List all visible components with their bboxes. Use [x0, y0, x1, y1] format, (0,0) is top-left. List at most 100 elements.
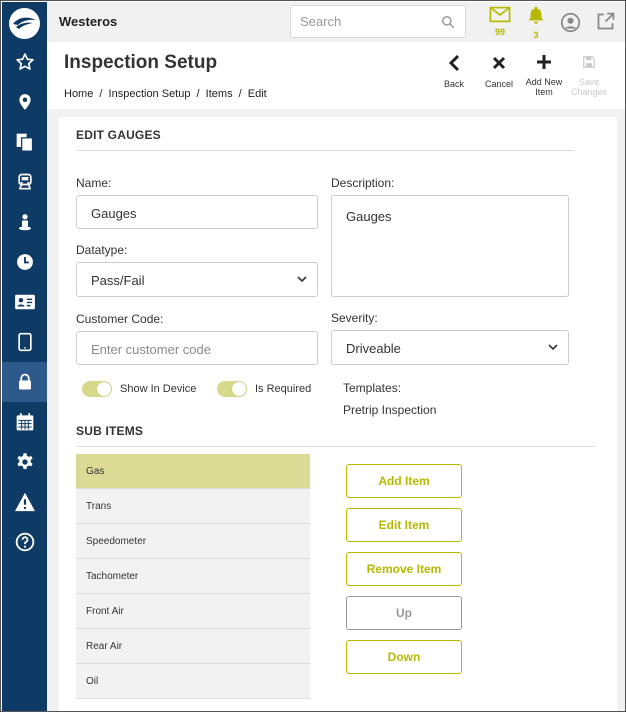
description-field[interactable]: Gauges — [331, 195, 569, 297]
sidebar-item-help[interactable] — [2, 522, 47, 562]
save-icon — [583, 56, 595, 68]
alert-count-badge: 3 — [533, 30, 539, 40]
breadcrumb-home[interactable]: Home — [64, 88, 93, 100]
severity-value: Driveable — [346, 341, 401, 356]
show-in-device-label: Show In Device — [120, 383, 197, 395]
sub-item-row[interactable]: Front Air — [76, 594, 310, 629]
star-icon — [15, 53, 34, 70]
page-title: Inspection Setup — [64, 52, 218, 73]
edit-section-title: EDIT GAUGES — [76, 128, 161, 142]
templates-value: Pretrip Inspection — [343, 403, 437, 417]
sub-items-section-title: SUB ITEMS — [76, 424, 144, 438]
breadcrumb-edit: Edit — [247, 88, 267, 100]
show-in-device-toggle[interactable] — [82, 381, 112, 397]
sub-item-row[interactable]: Speedometer — [76, 524, 310, 559]
divider — [76, 150, 574, 151]
bell-icon — [528, 6, 544, 24]
popout-button[interactable] — [595, 11, 616, 37]
sidebar — [2, 2, 47, 711]
severity-label: Severity: — [331, 311, 378, 325]
datatype-select[interactable]: Pass/Fail — [76, 262, 318, 297]
add-new-item-label: Add New Item — [525, 77, 563, 97]
map-pin-icon — [18, 94, 31, 110]
warning-icon — [14, 492, 35, 512]
mail-count-badge: 99 — [494, 27, 505, 37]
calendar-icon — [16, 413, 33, 431]
sidebar-item-settings[interactable] — [2, 442, 47, 482]
id-card-icon — [14, 294, 35, 310]
sidebar-item-locations[interactable] — [2, 82, 47, 122]
is-required-label: Is Required — [255, 383, 312, 395]
sub-item-row[interactable]: Trans — [76, 489, 310, 524]
customer-code-label: Customer Code: — [76, 312, 164, 326]
clock-icon — [16, 254, 33, 270]
name-field[interactable]: Gauges — [76, 195, 318, 229]
breadcrumb: Home / Inspection Setup / Items / Edit — [64, 88, 270, 100]
breadcrumb-inspection-setup[interactable]: Inspection Setup — [109, 88, 191, 100]
save-changes-label: Save Changes — [570, 77, 608, 97]
mail-icon — [489, 6, 511, 23]
chevron-left-icon — [448, 54, 460, 72]
user-circle-icon — [560, 12, 581, 33]
sidebar-item-contacts[interactable] — [2, 282, 47, 322]
move-up-button[interactable]: Up — [346, 596, 462, 630]
alerts-button[interactable]: 3 — [525, 5, 547, 40]
severity-select[interactable]: Driveable — [331, 330, 569, 365]
sidebar-item-history[interactable] — [2, 242, 47, 282]
sidebar-item-calendar[interactable] — [2, 402, 47, 442]
content-area: EDIT GAUGES Name: Gauges Description: Ga… — [47, 109, 625, 711]
remove-item-button[interactable]: Remove Item — [346, 552, 462, 586]
save-changes-button[interactable]: Save Changes — [567, 54, 611, 97]
cancel-button[interactable]: Cancel — [477, 54, 521, 89]
external-link-icon — [597, 12, 615, 30]
company-name: Westeros — [59, 14, 118, 29]
profile-button[interactable] — [560, 12, 581, 38]
sub-item-row[interactable]: Rear Air — [76, 629, 310, 664]
messages-button[interactable]: 99 — [489, 6, 511, 37]
sub-item-row[interactable]: Gas — [76, 454, 310, 489]
divider — [76, 446, 596, 447]
sidebar-item-vehicles[interactable] — [2, 162, 47, 202]
datatype-value: Pass/Fail — [91, 273, 145, 288]
sidebar-item-alerts[interactable] — [2, 482, 47, 522]
add-new-item-button[interactable]: Add New Item — [522, 54, 566, 97]
app-window: Westeros 99 3 Inspection Setup Home / In… — [0, 0, 626, 712]
close-icon — [492, 56, 506, 70]
is-required-toggle[interactable] — [217, 381, 247, 397]
search-icon[interactable] — [441, 15, 455, 29]
sidebar-item-drivers[interactable] — [2, 202, 47, 242]
move-down-button[interactable]: Down — [346, 640, 462, 674]
chevron-down-icon — [548, 344, 558, 351]
search-box[interactable] — [290, 5, 466, 38]
breadcrumb-separator: / — [99, 88, 103, 100]
sidebar-item-security[interactable] — [2, 362, 47, 402]
back-button[interactable]: Back — [432, 54, 476, 89]
plus-icon — [537, 55, 551, 69]
name-value: Gauges — [91, 206, 137, 221]
documents-icon — [16, 133, 33, 152]
sidebar-item-favorites[interactable] — [2, 42, 47, 82]
help-icon — [15, 532, 34, 552]
gear-icon — [16, 453, 33, 470]
edit-card: EDIT GAUGES Name: Gauges Description: Ga… — [59, 117, 617, 711]
chevron-down-icon — [297, 276, 307, 283]
tablet-icon — [17, 332, 32, 352]
driver-icon — [18, 214, 31, 231]
add-item-button[interactable]: Add Item — [346, 464, 462, 498]
lock-icon — [18, 373, 31, 390]
customer-code-field[interactable]: Enter customer code — [76, 331, 318, 365]
truck-icon — [17, 173, 32, 190]
app-logo[interactable] — [9, 8, 40, 39]
search-input[interactable] — [300, 14, 430, 29]
customer-code-placeholder: Enter customer code — [91, 342, 211, 357]
description-value: Gauges — [346, 209, 392, 224]
edit-item-button[interactable]: Edit Item — [346, 508, 462, 542]
sub-item-row[interactable]: Oil — [76, 664, 310, 699]
sidebar-item-documents[interactable] — [2, 122, 47, 162]
sidebar-item-devices[interactable] — [2, 322, 47, 362]
description-label: Description: — [331, 176, 395, 190]
sub-items-list: Gas Trans Speedometer Tachometer Front A… — [76, 454, 310, 699]
breadcrumb-items[interactable]: Items — [206, 88, 233, 100]
sub-item-row[interactable]: Tachometer — [76, 559, 310, 594]
breadcrumb-separator: / — [196, 88, 200, 100]
